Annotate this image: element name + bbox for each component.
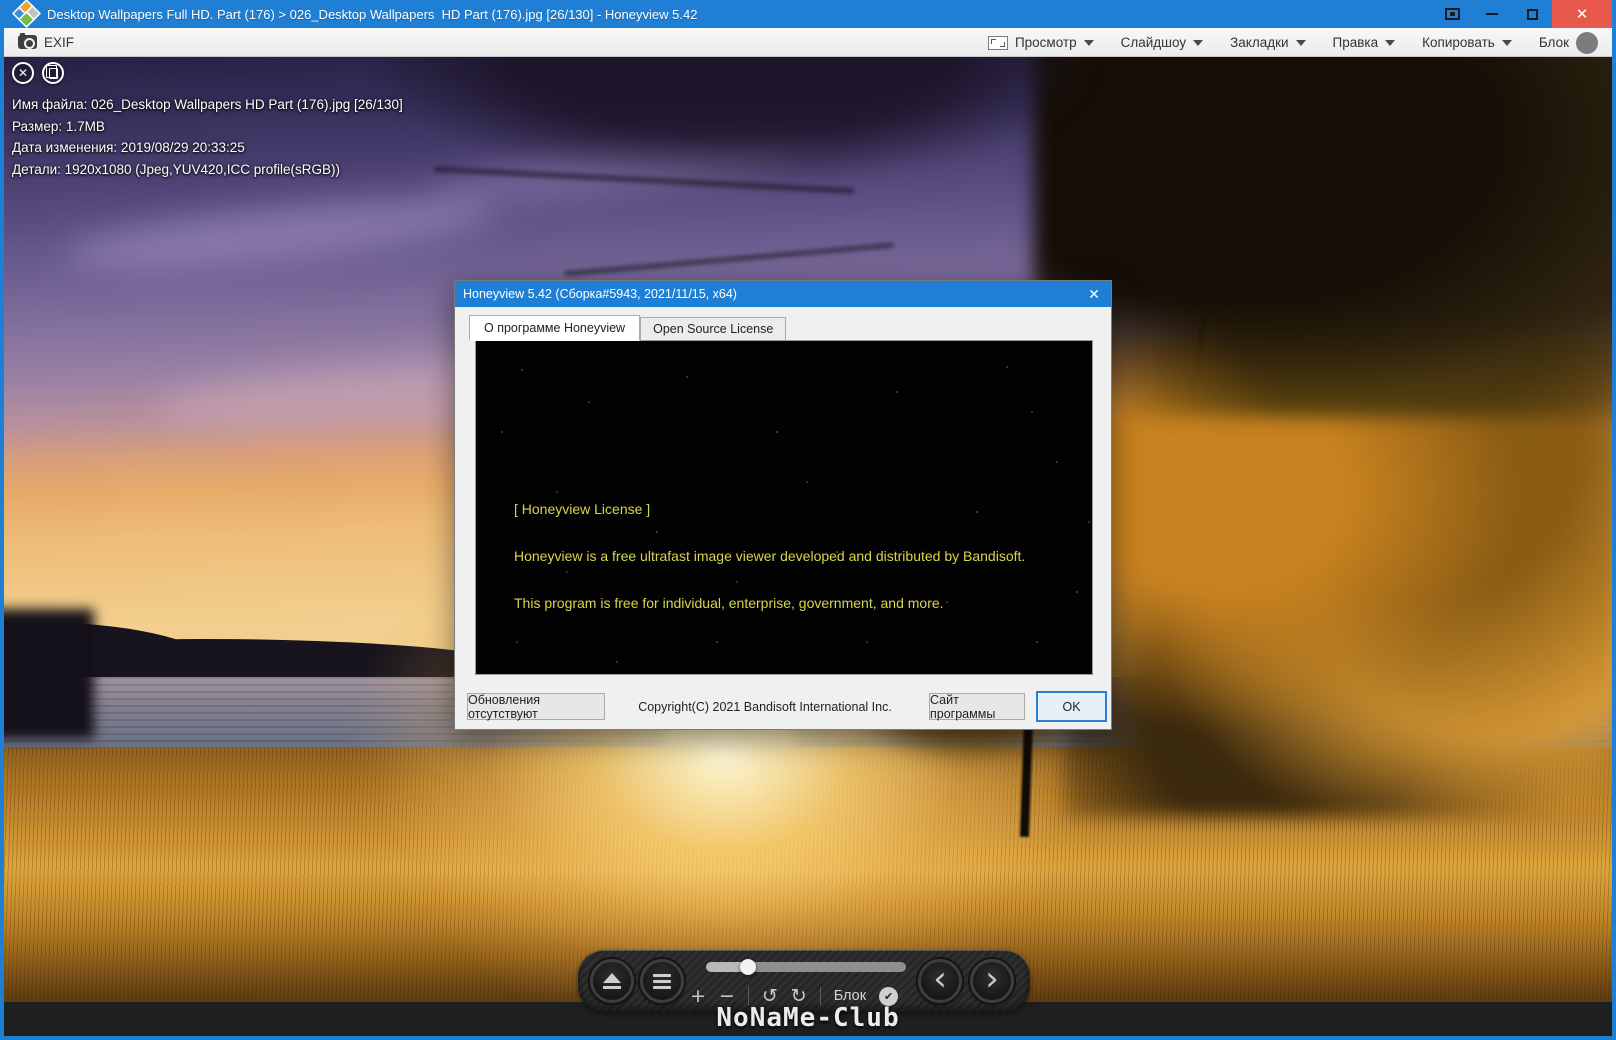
window-controls: ✕ (1432, 0, 1612, 28)
maximize-button[interactable] (1512, 0, 1552, 28)
block-label: Блок (1538, 35, 1569, 50)
dialog-close-button[interactable]: ✕ (1079, 281, 1109, 307)
block-bar-label: Блок (833, 988, 867, 1004)
about-dialog: Honeyview 5.42 (Сборка#5943, 2021/11/15,… (454, 280, 1112, 730)
minimize-icon (1486, 13, 1498, 15)
license-heading: [ Honeyview License ] (514, 501, 651, 517)
menu-view-label: Просмотр (1014, 35, 1077, 50)
eject-button[interactable] (590, 959, 634, 1003)
exif-filename: Имя файла: 026_Desktop Wallpapers HD Par… (12, 97, 403, 112)
previous-image-button[interactable]: ‹ (918, 959, 962, 1003)
license-line-1: Honeyview is a free ultrafast image view… (514, 548, 1026, 564)
hamburger-icon (653, 973, 671, 989)
title-bar: Desktop Wallpapers Full HD. Part (176) >… (4, 0, 1612, 28)
site-button[interactable]: Сайт программы (929, 693, 1025, 721)
toolbar: EXIF Просмотр Слайдшоу Закладки Правка К… (4, 28, 1612, 57)
menu-bookmarks-label: Закладки (1230, 35, 1289, 50)
menu-edit-label: Правка (1332, 35, 1379, 50)
dialog-title: Honeyview 5.42 (Сборка#5943, 2021/11/15,… (463, 287, 737, 301)
position-slider[interactable] (706, 959, 906, 975)
viewer-area: ✕ Имя файла: 026_Desktop Wallpapers HD P… (4, 57, 1612, 1036)
copy-icon (45, 64, 58, 79)
dialog-title-bar[interactable]: Honeyview 5.42 (Сборка#5943, 2021/11/15,… (455, 281, 1111, 307)
ok-button[interactable]: OK (1036, 691, 1107, 722)
menu-bookmarks[interactable]: Закладки (1230, 35, 1306, 50)
exif-button[interactable]: EXIF (18, 33, 75, 50)
fullscreen-button[interactable] (1432, 0, 1472, 28)
eject-icon (603, 973, 621, 989)
fit-screen-icon (987, 35, 1008, 50)
exif-overlay: ✕ Имя файла: 026_Desktop Wallpapers HD P… (12, 62, 403, 180)
menu-slideshow-label: Слайдшоу (1120, 35, 1187, 50)
chevron-right-icon: › (985, 958, 999, 999)
close-button[interactable]: ✕ (1552, 0, 1612, 28)
license-line-2: This program is free for individual, ent… (514, 595, 944, 611)
honeyview-window: Desktop Wallpapers Full HD. Part (176) >… (0, 0, 1616, 1040)
maximize-icon (1526, 8, 1538, 20)
menu-copy-label: Копировать (1422, 35, 1495, 50)
chevron-down-icon (1083, 39, 1094, 46)
menu-button[interactable] (640, 959, 684, 1003)
exif-copy-button[interactable] (42, 62, 64, 84)
fullscreen-icon (1444, 8, 1460, 20)
menu-edit[interactable]: Правка (1333, 35, 1396, 50)
next-image-button[interactable]: › (970, 959, 1014, 1003)
slider-thumb[interactable] (740, 959, 756, 975)
exif-label: EXIF (44, 34, 75, 50)
window-title: Desktop Wallpapers Full HD. Part (176) >… (47, 6, 698, 22)
exif-close-button[interactable]: ✕ (12, 62, 34, 84)
updates-button[interactable]: Обновления отсутствуют (467, 693, 605, 721)
exif-date: Дата изменения: 2019/08/29 20:33:25 (12, 140, 245, 155)
minimize-button[interactable] (1472, 0, 1512, 28)
copyright-text: Copyright(C) 2021 Bandisoft Internationa… (638, 699, 892, 714)
chevron-down-icon (1501, 39, 1512, 46)
exif-size: Размер: 1.7MB (12, 118, 105, 134)
camera-icon (18, 33, 37, 49)
tab-about[interactable]: О программе Honeyview (469, 315, 641, 341)
chevron-down-icon (1385, 39, 1396, 46)
tab-open-source-license[interactable]: Open Source License (640, 317, 787, 341)
chevron-left-icon: ‹ (933, 958, 947, 999)
honeyview-logo-icon (14, 1, 39, 26)
block-toggle[interactable]: Блок (1538, 31, 1598, 54)
menu-copy[interactable]: Копировать (1422, 35, 1512, 50)
toolbar-menus: Просмотр Слайдшоу Закладки Правка Копиро… (987, 28, 1598, 57)
chevron-down-icon (1295, 39, 1306, 46)
dialog-tabs: О программе Honeyview Open Source Licens… (469, 315, 787, 341)
starfield-decoration (476, 341, 478, 343)
exif-details: Детали: 1920x1080 (Jpeg,YUV420,ICC profi… (12, 161, 341, 177)
license-panel: [ Honeyview License ] Honeyview is a fre… (475, 340, 1093, 675)
block-status-icon (1576, 31, 1598, 54)
watermark-text: NoNaMe-Club (716, 1003, 900, 1033)
chevron-down-icon (1193, 39, 1204, 46)
menu-slideshow[interactable]: Слайдшоу (1121, 35, 1204, 50)
menu-view[interactable]: Просмотр (987, 35, 1094, 50)
